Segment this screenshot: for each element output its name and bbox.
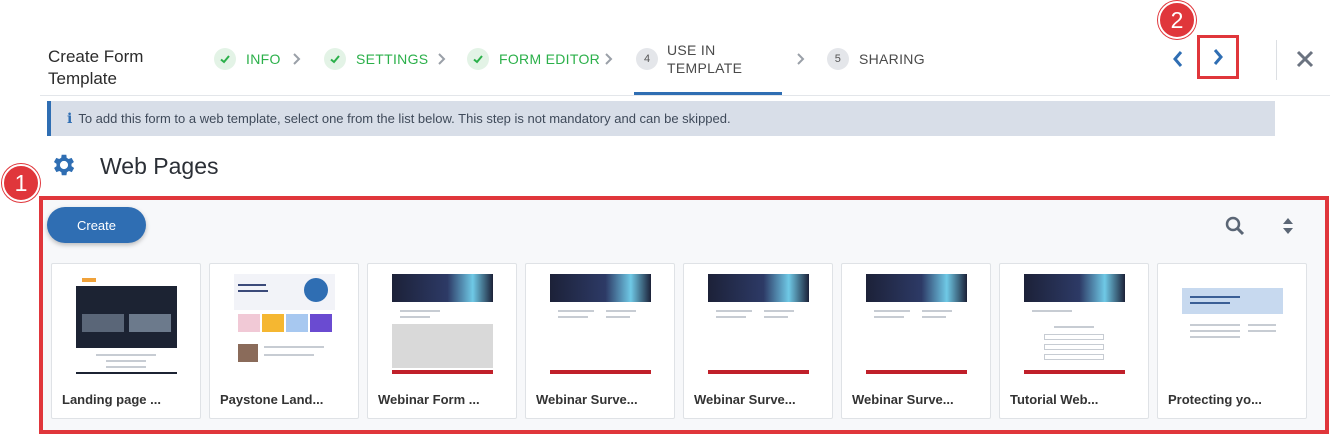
card-title: Tutorial Web...: [1010, 392, 1099, 407]
step-label: USE IN TEMPLATE: [667, 42, 743, 76]
template-thumbnail: [392, 274, 493, 374]
step-label: SHARING: [859, 51, 925, 67]
template-card[interactable]: Landing page ...: [51, 263, 201, 419]
close-button[interactable]: [1292, 46, 1318, 72]
page-title: Create Form Template: [48, 47, 144, 88]
template-thumbnail: [550, 274, 651, 374]
step-label: FORM EDITOR: [499, 51, 601, 67]
template-thumbnail: [1024, 274, 1125, 374]
step-form-editor[interactable]: FORM EDITOR: [467, 46, 600, 72]
chevron-right-icon: [605, 53, 613, 65]
template-card[interactable]: Tutorial Web...: [999, 263, 1149, 419]
callout-badge-1: 1: [2, 164, 40, 202]
template-thumbnail: [866, 274, 967, 374]
step-use-in-template[interactable]: 4 USE IN TEMPLATE: [634, 40, 782, 96]
create-button[interactable]: Create: [47, 207, 146, 243]
template-card[interactable]: Webinar Surve...: [525, 263, 675, 419]
template-card[interactable]: Protecting yo...: [1157, 263, 1307, 419]
step-number: 5: [827, 48, 849, 70]
section-title: Web Pages: [100, 153, 219, 179]
step-number: 4: [636, 48, 658, 70]
chevron-right-icon: [293, 53, 301, 65]
previous-step-button[interactable]: [1168, 46, 1188, 72]
template-card[interactable]: Webinar Form ...: [367, 263, 517, 419]
gear-icon: [53, 154, 75, 176]
chevron-right-icon: [797, 53, 805, 65]
template-thumbnail: [708, 274, 809, 374]
check-icon: [214, 48, 236, 70]
card-title: Landing page ...: [62, 392, 161, 407]
template-thumbnail: [234, 274, 335, 374]
wizard-page: Create Form Template INFO SETTINGS FORM …: [0, 0, 1330, 436]
template-thumbnail: [76, 274, 177, 374]
sort-icon[interactable]: [1278, 215, 1298, 237]
template-card[interactable]: Webinar Surve...: [683, 263, 833, 419]
close-icon: [1296, 50, 1314, 68]
step-label: INFO: [246, 51, 281, 67]
info-banner: i To add this form to a web template, se…: [47, 101, 1275, 136]
divider: [1276, 40, 1277, 80]
step-settings[interactable]: SETTINGS: [324, 46, 428, 72]
next-step-button[interactable]: [1197, 35, 1239, 79]
template-card[interactable]: Webinar Surve...: [841, 263, 991, 419]
check-icon: [324, 48, 346, 70]
card-title: Webinar Surve...: [536, 392, 638, 407]
step-label: SETTINGS: [356, 51, 429, 67]
info-text: To add this form to a web template, sele…: [78, 111, 731, 126]
card-title: Webinar Form ...: [378, 392, 480, 407]
card-title: Protecting yo...: [1168, 392, 1262, 407]
chevron-right-icon: [1213, 49, 1223, 65]
chevron-left-icon: [1173, 51, 1183, 67]
chevron-right-icon: [438, 53, 446, 65]
callout-badge-2: 2: [1158, 1, 1196, 39]
info-icon: i: [67, 110, 73, 127]
check-icon: [467, 48, 489, 70]
card-title: Webinar Surve...: [852, 392, 954, 407]
search-icon[interactable]: [1224, 215, 1246, 237]
step-sharing[interactable]: 5 SHARING: [827, 46, 925, 72]
header-divider: [40, 95, 1330, 96]
card-title: Webinar Surve...: [694, 392, 796, 407]
template-card[interactable]: Paystone Land...: [209, 263, 359, 419]
template-thumbnail: [1182, 274, 1283, 374]
card-title: Paystone Land...: [220, 392, 324, 407]
step-info[interactable]: INFO: [214, 46, 281, 72]
